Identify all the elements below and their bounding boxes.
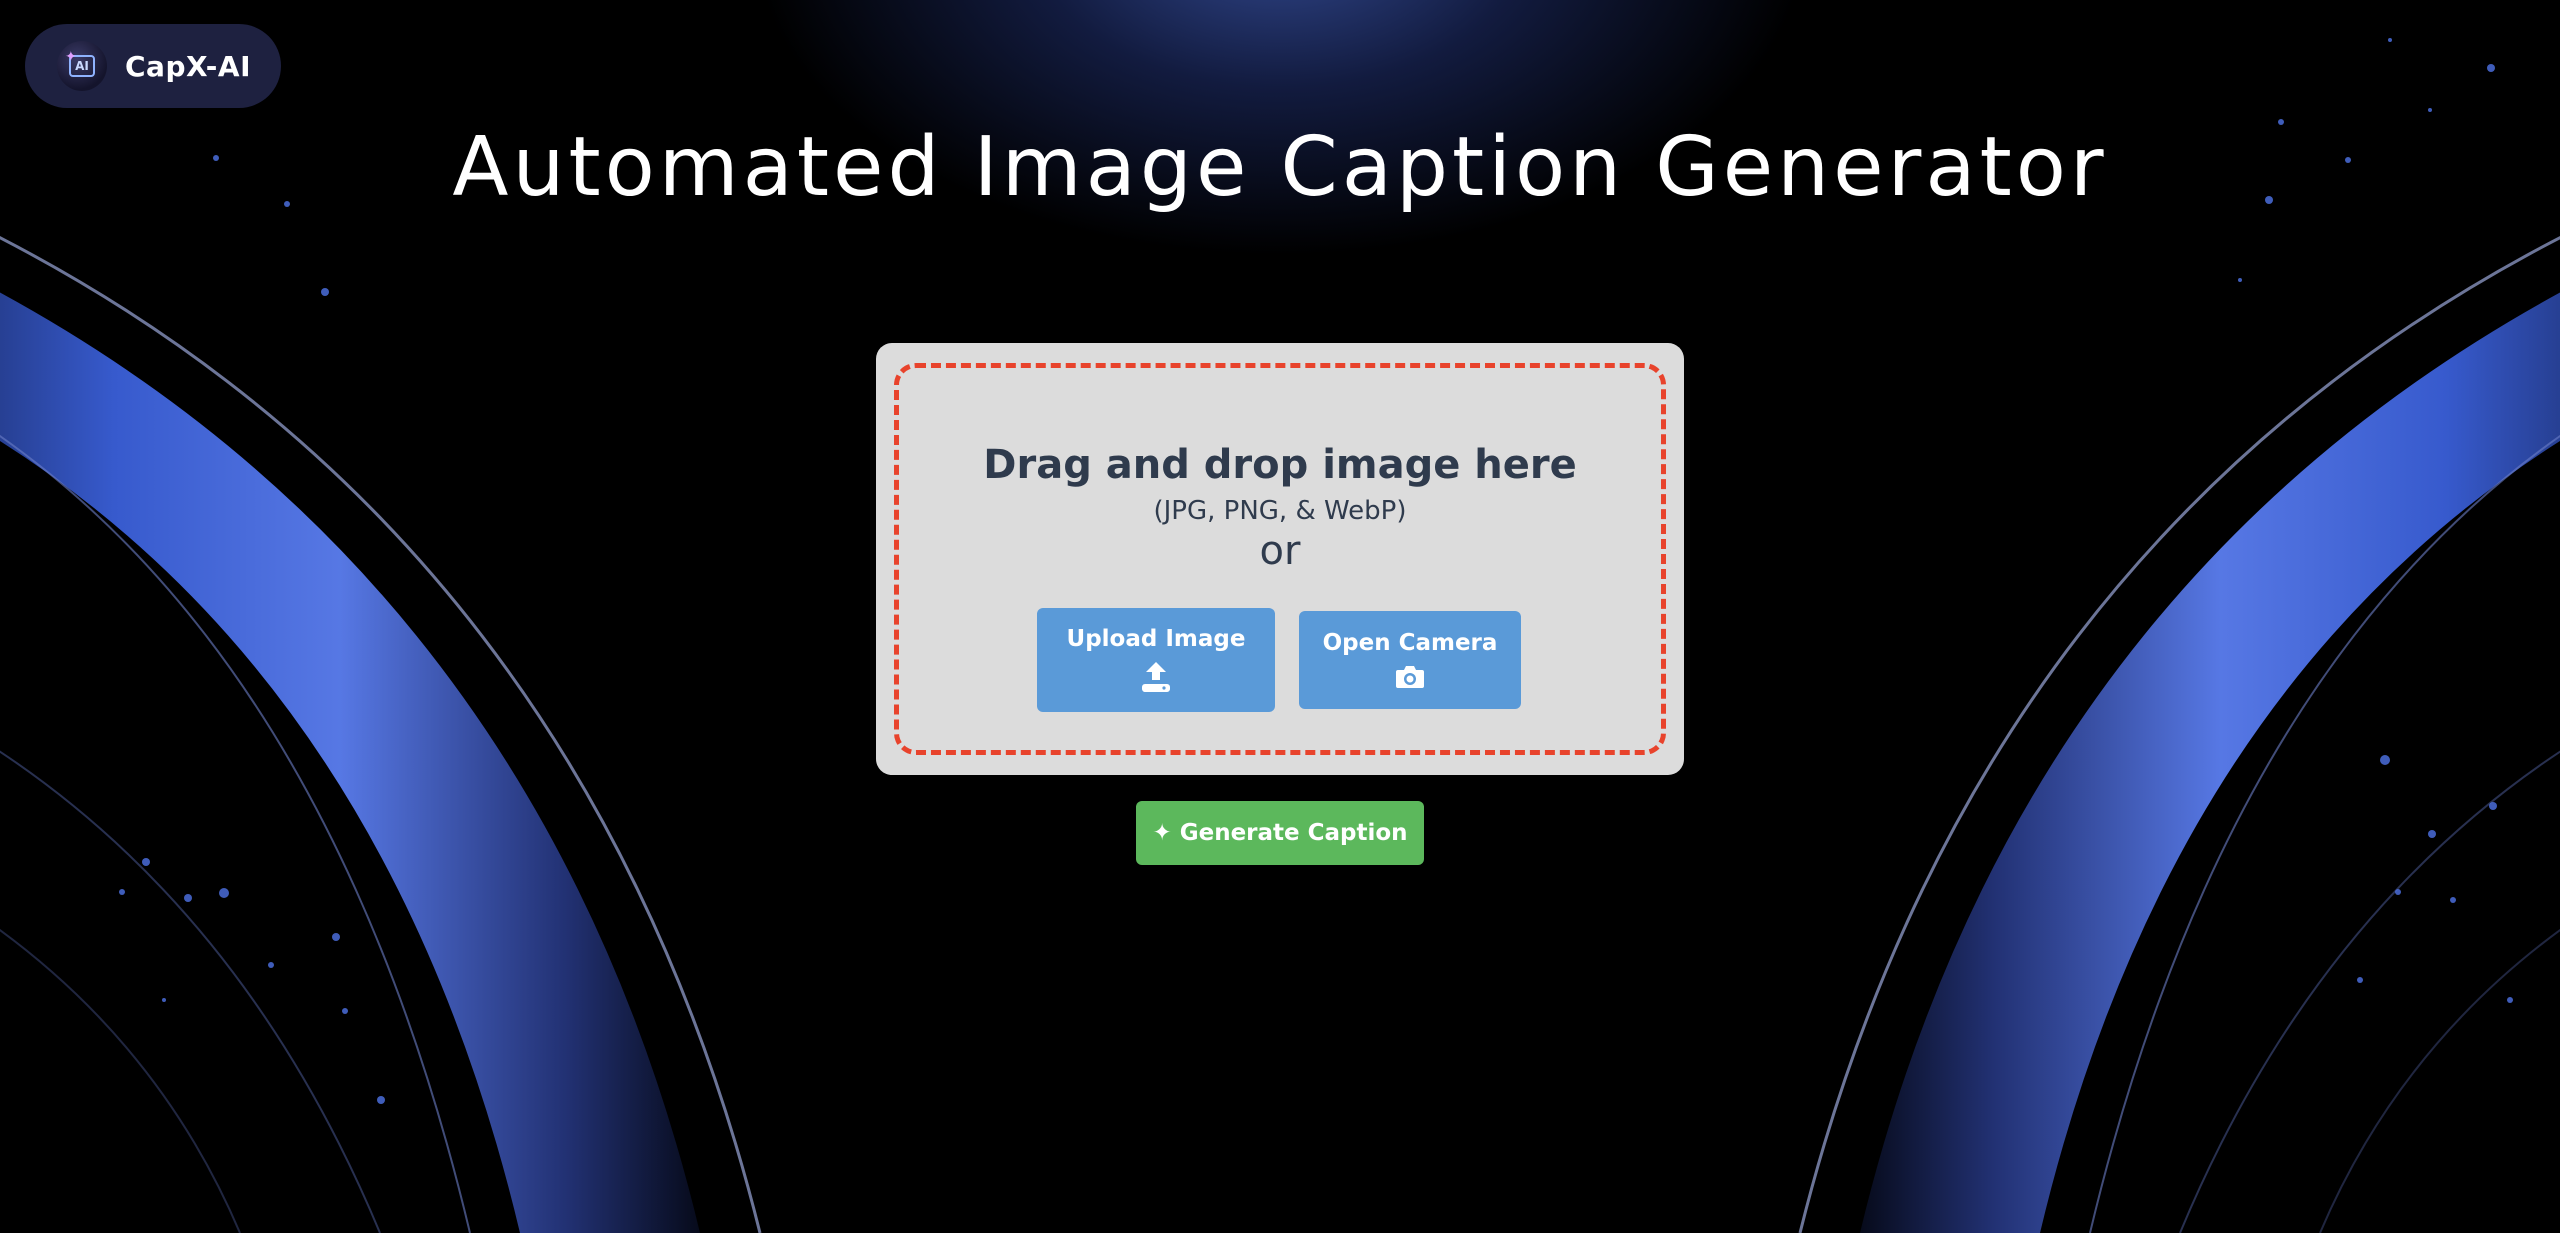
generate-caption-button[interactable]: ✦ Generate Caption bbox=[1136, 801, 1424, 865]
dropzone-title: Drag and drop image here bbox=[983, 442, 1577, 488]
open-camera-button[interactable]: Open Camera bbox=[1299, 611, 1521, 709]
dropzone-formats: (JPG, PNG, & WebP) bbox=[1153, 496, 1407, 526]
ai-logo-icon: ✦ AI bbox=[57, 41, 107, 91]
open-camera-label: Open Camera bbox=[1322, 630, 1498, 656]
upload-card: Drag and drop image here (JPG, PNG, & We… bbox=[876, 343, 1684, 775]
upload-icon bbox=[1142, 662, 1170, 692]
brand-name: CapX-AI bbox=[125, 49, 251, 83]
brand-pill[interactable]: ✦ AI CapX-AI bbox=[25, 24, 281, 108]
camera-icon bbox=[1396, 666, 1424, 688]
sparkle-icon: ✦ bbox=[1152, 820, 1172, 846]
page-background: ✦ AI CapX-AI Automated Image Caption Gen… bbox=[0, 0, 2560, 1233]
page-title: Automated Image Caption Generator bbox=[452, 120, 2108, 215]
dropzone[interactable]: Drag and drop image here (JPG, PNG, & We… bbox=[894, 363, 1666, 755]
upload-image-label: Upload Image bbox=[1066, 626, 1246, 652]
sparkle-icon: ✦ bbox=[65, 48, 77, 64]
generate-caption-label: Generate Caption bbox=[1179, 820, 1408, 846]
dropzone-or: or bbox=[1259, 528, 1301, 574]
upload-image-button[interactable]: Upload Image bbox=[1037, 608, 1275, 712]
